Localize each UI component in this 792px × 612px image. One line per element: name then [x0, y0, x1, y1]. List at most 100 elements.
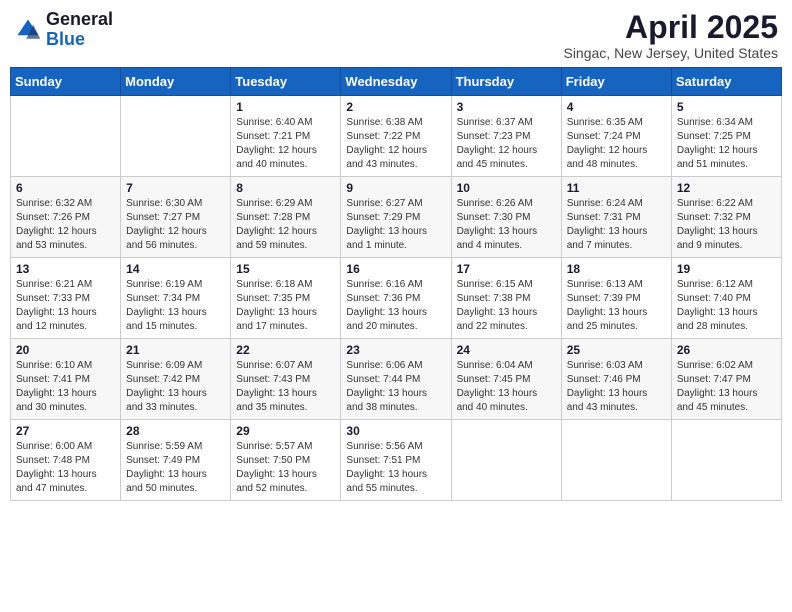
- calendar-cell: 4 Sunrise: 6:35 AM Sunset: 7:24 PM Dayli…: [561, 96, 671, 177]
- day-number: 15: [236, 262, 335, 276]
- day-info: Sunrise: 6:26 AM Sunset: 7:30 PM Dayligh…: [457, 197, 556, 253]
- day-info: Sunrise: 6:10 AM Sunset: 7:41 PM Dayligh…: [16, 359, 115, 415]
- location: Singac, New Jersey, United States: [563, 45, 778, 61]
- calendar-cell: 1 Sunrise: 6:40 AM Sunset: 7:21 PM Dayli…: [231, 96, 341, 177]
- sunrise-text: Sunrise: 6:13 AM: [567, 279, 643, 290]
- daylight-text: Daylight: 13 hours and 35 minutes.: [236, 388, 317, 413]
- sunrise-text: Sunrise: 6:15 AM: [457, 279, 533, 290]
- daylight-text: Daylight: 12 hours and 48 minutes.: [567, 145, 648, 170]
- daylight-text: Daylight: 13 hours and 47 minutes.: [16, 469, 97, 494]
- sunrise-text: Sunrise: 5:57 AM: [236, 441, 312, 452]
- day-info: Sunrise: 6:40 AM Sunset: 7:21 PM Dayligh…: [236, 116, 335, 172]
- daylight-text: Daylight: 13 hours and 12 minutes.: [16, 307, 97, 332]
- sunrise-text: Sunrise: 6:21 AM: [16, 279, 92, 290]
- sunset-text: Sunset: 7:47 PM: [677, 374, 751, 385]
- calendar-cell: 16 Sunrise: 6:16 AM Sunset: 7:36 PM Dayl…: [341, 258, 451, 339]
- daylight-text: Daylight: 13 hours and 55 minutes.: [346, 469, 427, 494]
- calendar-week-row: 27 Sunrise: 6:00 AM Sunset: 7:48 PM Dayl…: [11, 420, 782, 501]
- sunset-text: Sunset: 7:21 PM: [236, 131, 310, 142]
- day-number: 23: [346, 343, 445, 357]
- sunset-text: Sunset: 7:50 PM: [236, 455, 310, 466]
- sunrise-text: Sunrise: 6:16 AM: [346, 279, 422, 290]
- day-number: 8: [236, 181, 335, 195]
- sunset-text: Sunset: 7:33 PM: [16, 293, 90, 304]
- daylight-text: Daylight: 13 hours and 1 minute.: [346, 226, 427, 251]
- daylight-text: Daylight: 13 hours and 4 minutes.: [457, 226, 538, 251]
- calendar-cell: 20 Sunrise: 6:10 AM Sunset: 7:41 PM Dayl…: [11, 339, 121, 420]
- day-info: Sunrise: 5:56 AM Sunset: 7:51 PM Dayligh…: [346, 440, 445, 496]
- calendar-week-row: 13 Sunrise: 6:21 AM Sunset: 7:33 PM Dayl…: [11, 258, 782, 339]
- calendar-cell: [121, 96, 231, 177]
- sunset-text: Sunset: 7:38 PM: [457, 293, 531, 304]
- calendar-cell: 13 Sunrise: 6:21 AM Sunset: 7:33 PM Dayl…: [11, 258, 121, 339]
- day-info: Sunrise: 6:13 AM Sunset: 7:39 PM Dayligh…: [567, 278, 666, 334]
- calendar-cell: 27 Sunrise: 6:00 AM Sunset: 7:48 PM Dayl…: [11, 420, 121, 501]
- calendar-cell: 23 Sunrise: 6:06 AM Sunset: 7:44 PM Dayl…: [341, 339, 451, 420]
- sunrise-text: Sunrise: 6:18 AM: [236, 279, 312, 290]
- day-number: 11: [567, 181, 666, 195]
- sunset-text: Sunset: 7:49 PM: [126, 455, 200, 466]
- sunrise-text: Sunrise: 6:07 AM: [236, 360, 312, 371]
- daylight-text: Daylight: 13 hours and 15 minutes.: [126, 307, 207, 332]
- daylight-text: Daylight: 12 hours and 56 minutes.: [126, 226, 207, 251]
- sunset-text: Sunset: 7:39 PM: [567, 293, 641, 304]
- day-number: 20: [16, 343, 115, 357]
- calendar-cell: 14 Sunrise: 6:19 AM Sunset: 7:34 PM Dayl…: [121, 258, 231, 339]
- daylight-text: Daylight: 13 hours and 22 minutes.: [457, 307, 538, 332]
- calendar-cell: 22 Sunrise: 6:07 AM Sunset: 7:43 PM Dayl…: [231, 339, 341, 420]
- day-info: Sunrise: 6:06 AM Sunset: 7:44 PM Dayligh…: [346, 359, 445, 415]
- day-number: 18: [567, 262, 666, 276]
- calendar-cell: 8 Sunrise: 6:29 AM Sunset: 7:28 PM Dayli…: [231, 177, 341, 258]
- day-number: 3: [457, 100, 556, 114]
- day-info: Sunrise: 6:37 AM Sunset: 7:23 PM Dayligh…: [457, 116, 556, 172]
- day-info: Sunrise: 6:03 AM Sunset: 7:46 PM Dayligh…: [567, 359, 666, 415]
- sunset-text: Sunset: 7:29 PM: [346, 212, 420, 223]
- day-number: 17: [457, 262, 556, 276]
- calendar-cell: 21 Sunrise: 6:09 AM Sunset: 7:42 PM Dayl…: [121, 339, 231, 420]
- sunrise-text: Sunrise: 6:00 AM: [16, 441, 92, 452]
- daylight-text: Daylight: 12 hours and 40 minutes.: [236, 145, 317, 170]
- sunset-text: Sunset: 7:28 PM: [236, 212, 310, 223]
- sunset-text: Sunset: 7:31 PM: [567, 212, 641, 223]
- title-block: April 2025 Singac, New Jersey, United St…: [563, 10, 778, 61]
- sunset-text: Sunset: 7:51 PM: [346, 455, 420, 466]
- calendar-cell: 3 Sunrise: 6:37 AM Sunset: 7:23 PM Dayli…: [451, 96, 561, 177]
- sunrise-text: Sunrise: 6:24 AM: [567, 198, 643, 209]
- day-info: Sunrise: 6:09 AM Sunset: 7:42 PM Dayligh…: [126, 359, 225, 415]
- day-info: Sunrise: 6:12 AM Sunset: 7:40 PM Dayligh…: [677, 278, 776, 334]
- daylight-text: Daylight: 13 hours and 45 minutes.: [677, 388, 758, 413]
- day-number: 21: [126, 343, 225, 357]
- day-number: 19: [677, 262, 776, 276]
- calendar-cell: 18 Sunrise: 6:13 AM Sunset: 7:39 PM Dayl…: [561, 258, 671, 339]
- sunrise-text: Sunrise: 6:38 AM: [346, 117, 422, 128]
- sunrise-text: Sunrise: 6:04 AM: [457, 360, 533, 371]
- calendar-cell: 28 Sunrise: 5:59 AM Sunset: 7:49 PM Dayl…: [121, 420, 231, 501]
- day-info: Sunrise: 6:35 AM Sunset: 7:24 PM Dayligh…: [567, 116, 666, 172]
- weekday-header-monday: Monday: [121, 68, 231, 96]
- daylight-text: Daylight: 13 hours and 33 minutes.: [126, 388, 207, 413]
- weekday-header-thursday: Thursday: [451, 68, 561, 96]
- day-info: Sunrise: 5:57 AM Sunset: 7:50 PM Dayligh…: [236, 440, 335, 496]
- day-number: 29: [236, 424, 335, 438]
- sunrise-text: Sunrise: 5:59 AM: [126, 441, 202, 452]
- sunset-text: Sunset: 7:42 PM: [126, 374, 200, 385]
- sunset-text: Sunset: 7:45 PM: [457, 374, 531, 385]
- daylight-text: Daylight: 12 hours and 51 minutes.: [677, 145, 758, 170]
- calendar-cell: 9 Sunrise: 6:27 AM Sunset: 7:29 PM Dayli…: [341, 177, 451, 258]
- logo: General Blue: [14, 10, 113, 50]
- day-number: 7: [126, 181, 225, 195]
- calendar-cell: 7 Sunrise: 6:30 AM Sunset: 7:27 PM Dayli…: [121, 177, 231, 258]
- weekday-header-sunday: Sunday: [11, 68, 121, 96]
- day-number: 10: [457, 181, 556, 195]
- day-info: Sunrise: 6:07 AM Sunset: 7:43 PM Dayligh…: [236, 359, 335, 415]
- weekday-header-tuesday: Tuesday: [231, 68, 341, 96]
- daylight-text: Daylight: 13 hours and 40 minutes.: [457, 388, 538, 413]
- calendar-cell: 26 Sunrise: 6:02 AM Sunset: 7:47 PM Dayl…: [671, 339, 781, 420]
- calendar-cell: 2 Sunrise: 6:38 AM Sunset: 7:22 PM Dayli…: [341, 96, 451, 177]
- sunrise-text: Sunrise: 6:35 AM: [567, 117, 643, 128]
- sunset-text: Sunset: 7:22 PM: [346, 131, 420, 142]
- day-info: Sunrise: 6:21 AM Sunset: 7:33 PM Dayligh…: [16, 278, 115, 334]
- sunset-text: Sunset: 7:25 PM: [677, 131, 751, 142]
- day-info: Sunrise: 6:15 AM Sunset: 7:38 PM Dayligh…: [457, 278, 556, 334]
- calendar-cell: 19 Sunrise: 6:12 AM Sunset: 7:40 PM Dayl…: [671, 258, 781, 339]
